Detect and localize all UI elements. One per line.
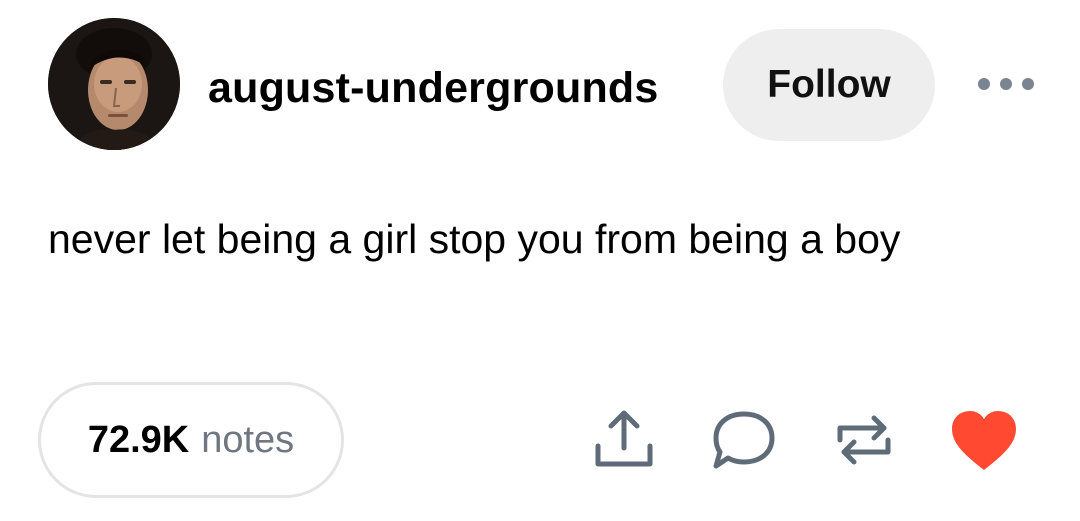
more-dot xyxy=(1022,78,1034,90)
notes-count: 72.9K xyxy=(87,418,190,461)
notes-label: notes xyxy=(201,418,295,461)
share-icon[interactable] xyxy=(586,402,662,478)
avatar[interactable] xyxy=(48,18,180,150)
author-username[interactable]: august-undergrounds xyxy=(208,62,659,114)
reply-icon[interactable] xyxy=(706,402,782,478)
avatar-photo xyxy=(48,18,180,150)
notes-button[interactable]: 72.9K notes xyxy=(38,382,344,498)
post-text: never let being a girl stop you from bei… xyxy=(48,216,901,262)
post-header: august-undergrounds Follow xyxy=(48,18,1038,150)
more-dot xyxy=(978,78,990,90)
heart-icon[interactable] xyxy=(946,402,1022,478)
follow-button[interactable]: Follow xyxy=(723,29,935,141)
more-options-icon[interactable] xyxy=(978,72,1034,96)
reblog-icon[interactable] xyxy=(826,402,902,478)
more-dot xyxy=(1000,78,1012,90)
